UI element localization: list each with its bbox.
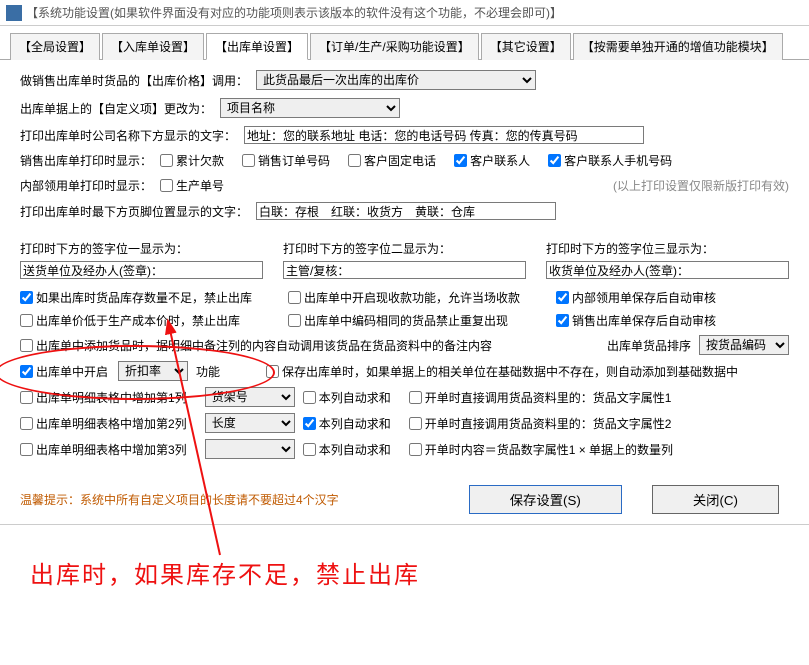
chk-extra-col2[interactable] (20, 417, 33, 430)
chk-cash-receive-label: 出库单中开启现收款功能，允许当场收款 (304, 289, 520, 306)
print-hint: (以上打印设置仅限新版打印有效) (613, 177, 789, 194)
chk-col2-attr-label: 开单时直接调用货品资料里的：货品文字属性2 (425, 415, 672, 432)
input-sig1[interactable] (20, 261, 263, 279)
chk-col2-sum-label: 本列自动求和 (319, 415, 391, 432)
annotation-area: 出库时，如果库存不足，禁止出库 (0, 524, 809, 650)
tab-other[interactable]: 【其它设置】 (481, 33, 571, 60)
chk-col3-sum-label: 本列自动求和 (319, 441, 391, 458)
chk-sales-order-no-label: 销售订单号码 (258, 152, 330, 169)
tab-global[interactable]: 【全局设置】 (10, 33, 100, 60)
chk-extra-col3[interactable] (20, 443, 33, 456)
chk-enable-discount-label: 出库单中开启 (36, 363, 108, 380)
chk-sales-order-no[interactable] (242, 154, 255, 167)
tab-row: 【全局设置】 【入库单设置】 【出库单设置】 【订单/生产/采购功能设置】 【其… (0, 26, 809, 60)
chk-forbid-dup-code-label: 出库单中编码相同的货品禁止重复出现 (304, 312, 508, 329)
label-footer-text: 打印出库单时最下方页脚位置显示的文字： (20, 203, 248, 220)
chk-customer-phone-label: 客户固定电话 (364, 152, 436, 169)
content-area: 做销售出库单时货品的【出库价格】调用： 此货品最后一次出库的出库价 出库单据上的… (0, 60, 809, 475)
chk-forbid-no-stock[interactable] (20, 291, 33, 304)
chk-sales-autoapprove[interactable] (556, 314, 569, 327)
chk-internal-autoapprove[interactable] (556, 291, 569, 304)
chk-extra-col1[interactable] (20, 391, 33, 404)
chk-auto-remark[interactable] (20, 339, 33, 352)
footer-bar: 温馨提示：系统中所有自定义项目的长度请不要超过4个汉字 保存设置(S) 关闭(C… (0, 475, 809, 524)
input-sig3[interactable] (546, 261, 789, 279)
chk-forbid-dup-code[interactable] (288, 314, 301, 327)
label-internal-print: 内部领用单打印时显示： (20, 177, 152, 194)
select-col3[interactable] (205, 439, 295, 459)
chk-customer-phone[interactable] (348, 154, 361, 167)
label-sig1: 打印时下方的签字位一显示为： (20, 240, 263, 257)
tab-order-prod-purchase[interactable]: 【订单/生产/采购功能设置】 (310, 33, 479, 60)
chk-col1-attr[interactable] (409, 391, 422, 404)
chk-sales-autoapprove-label: 销售出库单保存后自动审核 (572, 312, 716, 329)
chk-cumulative-debt[interactable] (160, 154, 173, 167)
label-function: 功能 (196, 363, 220, 380)
select-outprice[interactable]: 此货品最后一次出库的出库价 (256, 70, 536, 90)
input-footer-text[interactable] (256, 202, 556, 220)
label-item-sort: 出库单货品排序 (607, 337, 691, 354)
chk-col2-sum[interactable] (303, 417, 316, 430)
chk-col1-sum[interactable] (303, 391, 316, 404)
chk-extra-col2-label: 出库单明细表格中增加第2列 (36, 415, 187, 432)
select-col2[interactable]: 长度 (205, 413, 295, 433)
chk-col3-sum[interactable] (303, 443, 316, 456)
annotation-text: 出库时，如果库存不足，禁止出库 (0, 525, 809, 650)
label-custom-field: 出库单据上的【自定义项】更改为： (20, 100, 212, 117)
label-sig2: 打印时下方的签字位二显示为： (283, 240, 526, 257)
chk-customer-contact-label: 客户联系人 (470, 152, 530, 169)
label-company-subtext: 打印出库单时公司名称下方显示的文字： (20, 127, 236, 144)
input-sig2[interactable] (283, 261, 526, 279)
save-button[interactable]: 保存设置(S) (469, 485, 622, 514)
app-icon (6, 5, 22, 21)
chk-production-no-label: 生产单号 (176, 177, 224, 194)
chk-extra-col1-label: 出库单明细表格中增加第1列 (36, 389, 187, 406)
chk-forbid-below-cost-label: 出库单价低于生产成本价时，禁止出库 (36, 312, 240, 329)
chk-forbid-below-cost[interactable] (20, 314, 33, 327)
chk-cumulative-debt-label: 累计欠款 (176, 152, 224, 169)
select-col1[interactable]: 货架号 (205, 387, 295, 407)
chk-cash-receive[interactable] (288, 291, 301, 304)
chk-col1-sum-label: 本列自动求和 (319, 389, 391, 406)
chk-col3-attr-label: 开单时内容＝货品数字属性1 × 单据上的数量列 (425, 441, 673, 458)
chk-forbid-no-stock-label: 如果出库时货品库存数量不足，禁止出库 (36, 289, 252, 306)
close-button[interactable]: 关闭(C) (652, 485, 779, 514)
tab-outbound[interactable]: 【出库单设置】 (206, 33, 308, 60)
chk-customer-contact[interactable] (454, 154, 467, 167)
input-company-subtext[interactable] (244, 126, 644, 144)
label-outprice: 做销售出库单时货品的【出库价格】调用： (20, 72, 248, 89)
chk-internal-autoapprove-label: 内部领用单保存后自动审核 (572, 289, 716, 306)
chk-production-no[interactable] (160, 179, 173, 192)
chk-customer-mobile[interactable] (548, 154, 561, 167)
chk-auto-add-basedata[interactable] (266, 365, 279, 378)
label-sig3: 打印时下方的签字位三显示为： (546, 240, 789, 257)
window-title: 【系统功能设置(如果软件界面没有对应的功能项则表示该版本的软件没有这个功能，不必… (26, 4, 562, 21)
chk-col1-attr-label: 开单时直接调用货品资料里的：货品文字属性1 (425, 389, 672, 406)
tab-inbound[interactable]: 【入库单设置】 (102, 33, 204, 60)
chk-extra-col3-label: 出库单明细表格中增加第3列 (36, 441, 187, 458)
select-discount-type[interactable]: 折扣率 (118, 361, 188, 381)
chk-customer-mobile-label: 客户联系人手机号码 (564, 152, 672, 169)
label-sales-print: 销售出库单打印时显示： (20, 152, 152, 169)
footer-tip: 温馨提示：系统中所有自定义项目的长度请不要超过4个汉字 (0, 491, 439, 508)
chk-col2-attr[interactable] (409, 417, 422, 430)
tab-addons[interactable]: 【按需要单独开通的增值功能模块】 (573, 33, 783, 60)
chk-auto-add-basedata-label: 保存出库单时，如果单据上的相关单位在基础数据中不存在，则自动添加到基础数据中 (282, 363, 738, 380)
select-item-sort[interactable]: 按货品编码 (699, 335, 789, 355)
chk-auto-remark-label: 出库单中添加货品时，据明细中备注列的内容自动调用该货品在货品资料中的备注内容 (36, 337, 492, 354)
window-title-bar: 【系统功能设置(如果软件界面没有对应的功能项则表示该版本的软件没有这个功能，不必… (0, 0, 809, 26)
chk-col3-attr[interactable] (409, 443, 422, 456)
select-custom-field[interactable]: 项目名称 (220, 98, 400, 118)
chk-enable-discount[interactable] (20, 365, 33, 378)
